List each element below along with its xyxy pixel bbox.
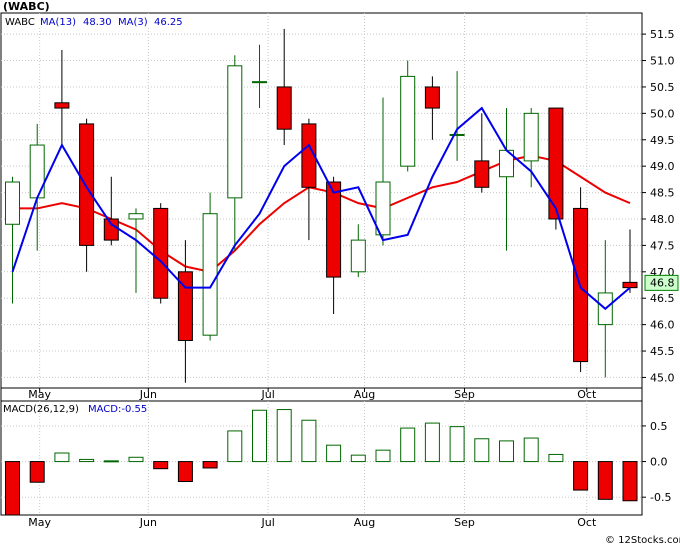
- macd-bar-negative: [597, 461, 613, 500]
- macd-bar-positive: [400, 427, 416, 463]
- price-tick-label: 51.5: [650, 28, 675, 41]
- macd-bar-negative: [177, 461, 193, 483]
- last-price-label: 46.8: [650, 276, 675, 289]
- watermark: © 12Stocks.com: [605, 535, 680, 546]
- price-tick-label: 50.5: [650, 81, 675, 94]
- month-label: Aug: [354, 388, 375, 401]
- candle-body-up: [400, 75, 416, 167]
- candle: [153, 203, 169, 304]
- macd-bar-positive: [548, 453, 564, 463]
- macd-bar-positive: [474, 438, 490, 463]
- macd-bar-positive: [350, 454, 366, 463]
- macd-plot-frame: [0, 400, 643, 516]
- candle-body-down: [622, 281, 638, 289]
- price-tick-label: 50.0: [650, 107, 675, 120]
- last-price-marker: 46.8: [644, 274, 679, 291]
- month-label: Oct: [577, 516, 597, 529]
- macd-bar-negative: [573, 461, 589, 491]
- candle-body-down: [79, 123, 95, 246]
- month-label: May: [28, 516, 51, 529]
- ticker-title: (WABC): [3, 0, 50, 13]
- candle: [400, 60, 416, 172]
- macd-bar-negative: [153, 461, 169, 470]
- price-plot-frame: [0, 12, 643, 389]
- legend-ma3: MA(3): [118, 17, 148, 28]
- macd-bar-positive: [499, 440, 514, 463]
- macd-bar-positive: [449, 426, 465, 463]
- stock-chart: 45.045.546.046.547.047.548.048.549.049.5…: [0, 0, 680, 546]
- legend-ma3-value: 46.25: [154, 17, 183, 28]
- candle-body-down: [276, 86, 292, 130]
- macd-bar-positive: [103, 460, 119, 463]
- month-label: Jul: [261, 516, 275, 529]
- candle-body-up: [523, 112, 539, 162]
- macd-bar-positive: [128, 456, 144, 463]
- month-strip: [0, 387, 643, 402]
- candle-body-up: [375, 181, 391, 236]
- month-label: Oct: [577, 388, 597, 401]
- candle-body-down: [326, 181, 342, 278]
- legend-ticker: WABC: [5, 17, 35, 28]
- candle-body-up: [202, 213, 218, 336]
- price-tick-label: 48.0: [650, 213, 675, 226]
- candle-body-down: [424, 86, 440, 109]
- month-label: Aug: [354, 516, 375, 529]
- macd-value-label: MACD:-0.55: [88, 404, 147, 415]
- price-tick-label: 49.5: [650, 134, 675, 147]
- macd-bar-negative: [29, 461, 45, 483]
- price-tick-label: 48.5: [650, 187, 675, 200]
- macd-tick-label: 0.5: [650, 420, 668, 433]
- price-x-axis: May Jun Jul Aug Sep Oct: [0, 387, 643, 402]
- candle-body-up: [29, 144, 45, 199]
- candle-body-down: [153, 207, 169, 299]
- macd-bar-positive: [523, 437, 539, 463]
- month-label: Jul: [261, 388, 275, 401]
- month-label: May: [28, 388, 51, 401]
- macd-bar-negative: [202, 461, 218, 469]
- legend-ma13-value: 48.30: [83, 17, 112, 28]
- candle-body-up: [449, 133, 465, 136]
- candle: [202, 192, 218, 341]
- macd-bar-positive: [375, 449, 391, 463]
- macd-bar-negative: [622, 461, 638, 502]
- price-tick-label: 46.5: [650, 292, 675, 305]
- month-label: Jun: [139, 388, 157, 401]
- macd-bar-positive: [276, 409, 292, 463]
- price-panel: 45.045.546.046.547.047.548.048.549.049.5…: [0, 0, 679, 389]
- month-label: Jun: [139, 516, 157, 529]
- macd-bar-positive: [54, 452, 70, 463]
- macd-bar-positive: [227, 430, 243, 463]
- candle-body-up: [350, 239, 366, 273]
- macd-tick-label: -0.5: [650, 491, 671, 504]
- candle-body-down: [54, 102, 70, 109]
- macd-bar-positive: [79, 458, 95, 463]
- price-tick-label: 46.0: [650, 319, 675, 332]
- macd-label: MACD(26,12,9): [3, 404, 79, 415]
- macd-bar-positive: [301, 419, 317, 463]
- price-tick-label: 51.0: [650, 55, 675, 68]
- macd-bar-positive: [424, 422, 440, 463]
- candle-body-down: [103, 218, 119, 241]
- candle-body-down: [474, 160, 490, 188]
- macd-tick-label: 0.0: [650, 456, 668, 469]
- month-label: Sep: [454, 388, 475, 401]
- candle-body-up: [227, 65, 243, 199]
- candle-body-up: [5, 181, 20, 225]
- macd-bar-positive: [326, 444, 342, 463]
- price-tick-label: 47.5: [650, 239, 675, 252]
- macd-bar-positive: [252, 409, 267, 463]
- candle: [573, 187, 589, 373]
- price-tick-label: 49.0: [650, 160, 675, 173]
- price-tick-label: 45.5: [650, 345, 675, 358]
- legend-ma13: MA(13): [40, 17, 76, 28]
- macd-panel: 0.5 0.0 -0.5 MACD(26,12,9) MACD:-0.55: [0, 400, 671, 516]
- candle-body-up: [252, 81, 267, 84]
- price-legend: WABC MA(13) 48.30 MA(3) 46.25: [3, 15, 183, 28]
- candle-body-up: [128, 213, 144, 220]
- price-tick-label: 45.0: [650, 371, 675, 384]
- macd-bar-negative: [5, 461, 20, 516]
- month-label: Sep: [454, 516, 475, 529]
